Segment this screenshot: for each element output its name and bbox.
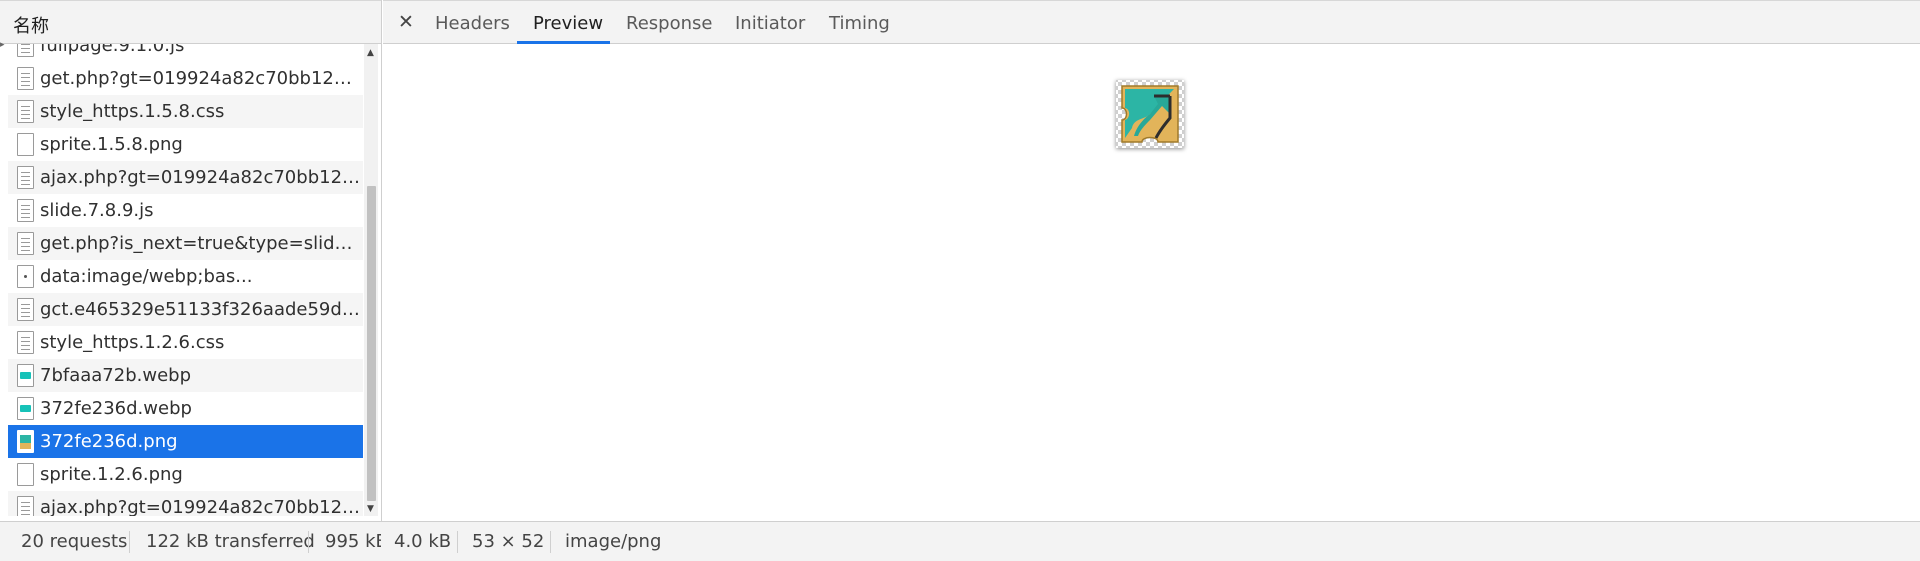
scroll-down-arrow-icon[interactable]: ▼: [367, 504, 374, 514]
blank-file-icon: [17, 133, 34, 156]
request-name: 372fe236d.webp: [40, 398, 192, 419]
request-count: 20 requests: [21, 531, 128, 552]
tab-headers[interactable]: Headers: [435, 1, 510, 44]
request-row[interactable]: fullpage.9.1.0.js: [8, 44, 363, 62]
tab-timing[interactable]: Timing: [829, 1, 890, 44]
request-name: data:image/webp;bas...: [40, 266, 253, 287]
request-row[interactable]: 7bfaaa72b.webp: [8, 359, 363, 392]
request-name: get.php?is_next=true&type=slide3&gt...: [40, 233, 362, 254]
resources-size: 995 kB: [325, 531, 381, 552]
scroll-thumb[interactable]: [367, 186, 376, 501]
request-list-panel: 名称 ▸ fullpage.9.1.0.js get.php?gt=019924a…: [0, 0, 382, 561]
tab-preview[interactable]: Preview: [533, 1, 603, 44]
name-column-header[interactable]: 名称: [0, 0, 381, 44]
tab-initiator[interactable]: Initiator: [735, 1, 805, 44]
png-image-icon: [17, 430, 34, 453]
preview-dimensions: 53 × 52: [472, 531, 545, 552]
request-row[interactable]: ajax.php?gt=019924a82c70bb123aae9...: [8, 491, 363, 516]
doc-icon: [17, 331, 34, 354]
scroll-up-arrow-icon[interactable]: ▲: [367, 48, 374, 58]
request-row[interactable]: style_https.1.5.8.css: [8, 95, 363, 128]
request-row[interactable]: ajax.php?gt=019924a82c70bb123aae9...: [8, 161, 363, 194]
request-row[interactable]: get.php?is_next=true&type=slide3&gt...: [8, 227, 363, 260]
webp-image-icon: [17, 364, 34, 387]
status-divider: [550, 531, 551, 553]
panel-resize-marker-icon: ▸: [0, 40, 5, 50]
tab-response[interactable]: Response: [626, 1, 712, 44]
request-row[interactable]: slide.7.8.9.js: [8, 194, 363, 227]
preview-file-size: 4.0 kB: [394, 531, 452, 552]
status-divider: [129, 531, 130, 553]
request-name: sprite.1.5.8.png: [40, 134, 183, 155]
status-divider: [457, 531, 458, 553]
request-list: fullpage.9.1.0.js get.php?gt=019924a82c70…: [8, 44, 363, 516]
request-row[interactable]: sprite.1.2.6.png: [8, 458, 363, 491]
request-name: gct.e465329e51133f326aade59da930c...: [40, 299, 362, 320]
doc-icon: [17, 298, 34, 321]
doc-icon: [17, 67, 34, 90]
image-preview-area: [383, 44, 1920, 521]
request-row[interactable]: sprite.1.5.8.png: [8, 128, 363, 161]
doc-icon: [17, 199, 34, 222]
doc-icon: [17, 232, 34, 255]
request-row[interactable]: style_https.1.2.6.css: [8, 326, 363, 359]
transferred-size: 122 kB transferred: [146, 531, 315, 552]
status-bar: 20 requests 122 kB transferred 995 kB 4.…: [0, 521, 1920, 561]
request-row[interactable]: 372fe236d.webp: [8, 392, 363, 425]
request-row[interactable]: get.php?gt=019924a82c70bb123aae9...: [8, 62, 363, 95]
doc-icon: [17, 100, 34, 123]
doc-icon: [17, 496, 34, 516]
request-name: style_https.1.5.8.css: [40, 101, 225, 122]
request-name: sprite.1.2.6.png: [40, 464, 183, 485]
request-name: fullpage.9.1.0.js: [40, 44, 185, 56]
puzzle-piece-preview-image: [1116, 80, 1184, 148]
dot-file-icon: [17, 265, 34, 288]
close-icon[interactable]: ✕: [395, 9, 417, 35]
request-name: get.php?gt=019924a82c70bb123aae9...: [40, 68, 362, 89]
request-name: ajax.php?gt=019924a82c70bb123aae9...: [40, 497, 362, 516]
request-name: ajax.php?gt=019924a82c70bb123aae9...: [40, 167, 362, 188]
status-divider: [308, 531, 309, 553]
preview-mime-type: image/png: [565, 531, 662, 552]
request-name: 7bfaaa72b.webp: [40, 365, 192, 386]
request-row[interactable]: 372fe236d.png: [8, 425, 363, 458]
detail-tab-bar: ✕ Headers Preview Response Initiator Tim…: [383, 0, 1920, 44]
request-name: 372fe236d.png: [40, 431, 178, 452]
doc-icon: [17, 166, 34, 189]
doc-icon: [17, 44, 34, 57]
blank-file-icon: [17, 463, 34, 486]
request-name: slide.7.8.9.js: [40, 200, 154, 221]
webp-image-icon: [17, 397, 34, 420]
request-row[interactable]: data:image/webp;bas...: [8, 260, 363, 293]
request-list-scrollbar[interactable]: ▲ ▼: [364, 44, 378, 516]
request-row[interactable]: gct.e465329e51133f326aade59da930c...: [8, 293, 363, 326]
request-name: style_https.1.2.6.css: [40, 332, 225, 353]
name-column-label: 名称: [13, 16, 49, 37]
